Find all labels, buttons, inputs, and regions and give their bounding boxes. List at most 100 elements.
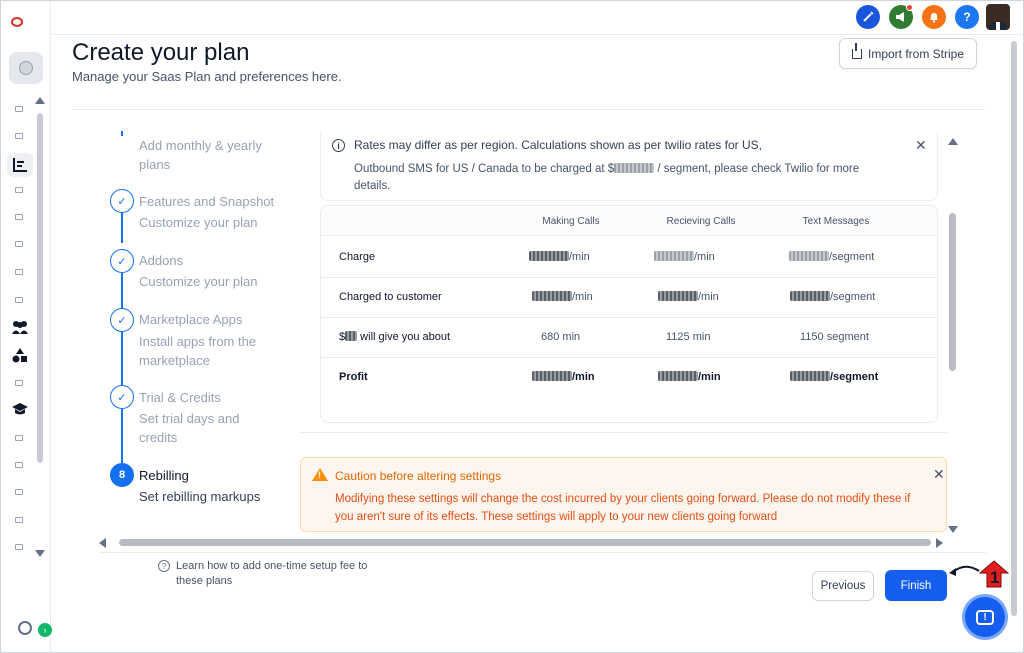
info-text: Rates may differ as per region. Calculat…: [354, 138, 762, 152]
info-text-detail: Outbound SMS for US / Canada to be charg…: [354, 161, 894, 195]
table-cell: /segment: [790, 291, 875, 303]
scroll-down-icon[interactable]: [948, 526, 958, 533]
redacted-value: [789, 251, 829, 261]
step-desc: Set trial days and credits: [139, 411, 240, 445]
redacted-value: [658, 291, 698, 301]
cell-unit: /segment: [830, 371, 879, 383]
team-icon[interactable]: [11, 319, 29, 335]
sidebar-nav-icon[interactable]: [15, 517, 23, 523]
step-check-icon[interactable]: ✓: [110, 189, 134, 213]
table-cell: 680 min: [541, 331, 581, 343]
finish-button[interactable]: Finish: [885, 570, 947, 601]
annotation-number: 1: [990, 568, 1000, 587]
step-title[interactable]: Rebilling: [139, 468, 189, 483]
sidebar-nav-icon[interactable]: [15, 462, 23, 468]
table-row: Profit /min /min /segment: [321, 358, 937, 398]
table-cell: /min: [658, 291, 719, 303]
previous-button[interactable]: Previous: [812, 571, 874, 601]
step-check-icon[interactable]: ✓: [110, 249, 134, 273]
column-header: Making Calls: [542, 216, 600, 227]
table-header: Making Calls Recieving Calls Text Messag…: [321, 206, 937, 236]
top-bar: ?: [51, 1, 1023, 35]
sidebar-nav-icon[interactable]: [15, 489, 23, 495]
upload-icon: [851, 42, 862, 59]
column-header: Text Messages: [802, 216, 870, 227]
info-prefix: Outbound SMS for US / Canada to be charg…: [354, 163, 615, 175]
row-label: Charged to customer: [339, 291, 442, 303]
sidebar-nav-icon[interactable]: [15, 269, 23, 275]
sidebar-scroll-up-icon[interactable]: [35, 97, 45, 104]
sidebar-nav-icon[interactable]: [15, 380, 23, 386]
table-cell: 1125 min: [666, 331, 711, 343]
annotation-step-number: 1: [978, 559, 1010, 589]
sidebar-nav-icon[interactable]: [15, 297, 23, 303]
app-window: › ? Create your plan Manage your Saas Pl…: [0, 0, 1024, 653]
page-vertical-scrollbar[interactable]: [1011, 41, 1017, 616]
reports-icon[interactable]: [7, 153, 33, 177]
shapes-icon[interactable]: [11, 347, 29, 363]
table-cell: /segment: [789, 251, 874, 263]
avatar[interactable]: [986, 4, 1010, 30]
caution-title: Caution before altering settings: [335, 469, 502, 483]
cell-unit: /min: [694, 251, 715, 263]
step-desc: Add monthly & yearly plans: [139, 138, 262, 172]
table-row: Charge /min /min /segment: [321, 238, 937, 278]
sidebar-nav-icon[interactable]: [15, 187, 23, 193]
sidebar-nav-icon[interactable]: [15, 435, 23, 441]
scroll-right-icon[interactable]: [936, 538, 943, 548]
redacted-value: [529, 251, 569, 261]
redacted-value: [658, 371, 698, 381]
step-number-badge[interactable]: 8: [110, 463, 134, 487]
redacted-value: [345, 331, 358, 341]
sidebar-nav-icon[interactable]: [15, 214, 23, 220]
column-header: Recieving Calls: [666, 216, 736, 227]
row-label: Profit: [339, 371, 368, 383]
step-desc: Set rebilling markups: [139, 489, 261, 504]
content-horizontal-scrollbar[interactable]: [119, 539, 931, 546]
step-check-icon[interactable]: ✓: [110, 308, 134, 332]
table-cell: /min: [529, 251, 590, 263]
graduation-cap-icon[interactable]: [11, 401, 29, 417]
sidebar-nav-icon[interactable]: [15, 106, 23, 112]
left-sidebar: ›: [1, 1, 52, 652]
help-glyph: ?: [963, 10, 971, 24]
step-title[interactable]: Addons: [139, 253, 183, 268]
sidebar-scrollbar[interactable]: [37, 113, 43, 463]
import-from-stripe-button[interactable]: Import from Stripe: [839, 38, 977, 69]
location-switcher-button[interactable]: [9, 52, 43, 84]
scroll-up-icon[interactable]: [948, 138, 958, 145]
magic-wand-icon[interactable]: [856, 5, 880, 29]
scroll-left-icon[interactable]: [99, 538, 106, 548]
company-logo[interactable]: [11, 15, 41, 29]
settings-gear-icon[interactable]: [18, 621, 32, 635]
sidebar-nav-icon[interactable]: [15, 241, 23, 247]
step-title[interactable]: Trial & Credits: [139, 390, 221, 405]
table-cell: 1150 segment: [800, 331, 869, 343]
help-icon[interactable]: ?: [955, 5, 979, 29]
cell-unit: /min: [572, 291, 593, 303]
cell-unit: /segment: [830, 291, 876, 303]
table-cell: /min: [532, 371, 595, 383]
step-connector: [121, 409, 123, 463]
content-vertical-scrollbar[interactable]: [949, 213, 956, 371]
section-divider: [299, 432, 947, 433]
cell-unit: /min: [569, 251, 590, 263]
bell-icon[interactable]: [922, 5, 946, 29]
step-title[interactable]: Features and Snapshot: [139, 194, 274, 209]
step-title[interactable]: Marketplace Apps: [139, 312, 242, 327]
table-row: $ will give you about 680 min 1125 min 1…: [321, 318, 937, 358]
rates-table: Making Calls Recieving Calls Text Messag…: [320, 205, 938, 423]
step-check-icon[interactable]: ✓: [110, 385, 134, 409]
close-icon[interactable]: ✕: [915, 137, 927, 154]
setup-fee-help-link[interactable]: Learn how to add one-time setup fee to t…: [176, 559, 396, 589]
page-title: Create your plan: [72, 39, 250, 66]
sidebar-nav-icon[interactable]: [15, 544, 23, 550]
close-icon[interactable]: ✕: [933, 466, 945, 483]
import-button-label: Import from Stripe: [867, 46, 965, 61]
sidebar-scroll-down-icon[interactable]: [35, 550, 45, 557]
expand-sidebar-icon[interactable]: ›: [38, 623, 52, 637]
sidebar-nav-icon[interactable]: [15, 133, 23, 139]
chat-widget-button[interactable]: !: [965, 597, 1005, 637]
footer-divider: [99, 552, 986, 553]
step-connector: [121, 332, 123, 386]
